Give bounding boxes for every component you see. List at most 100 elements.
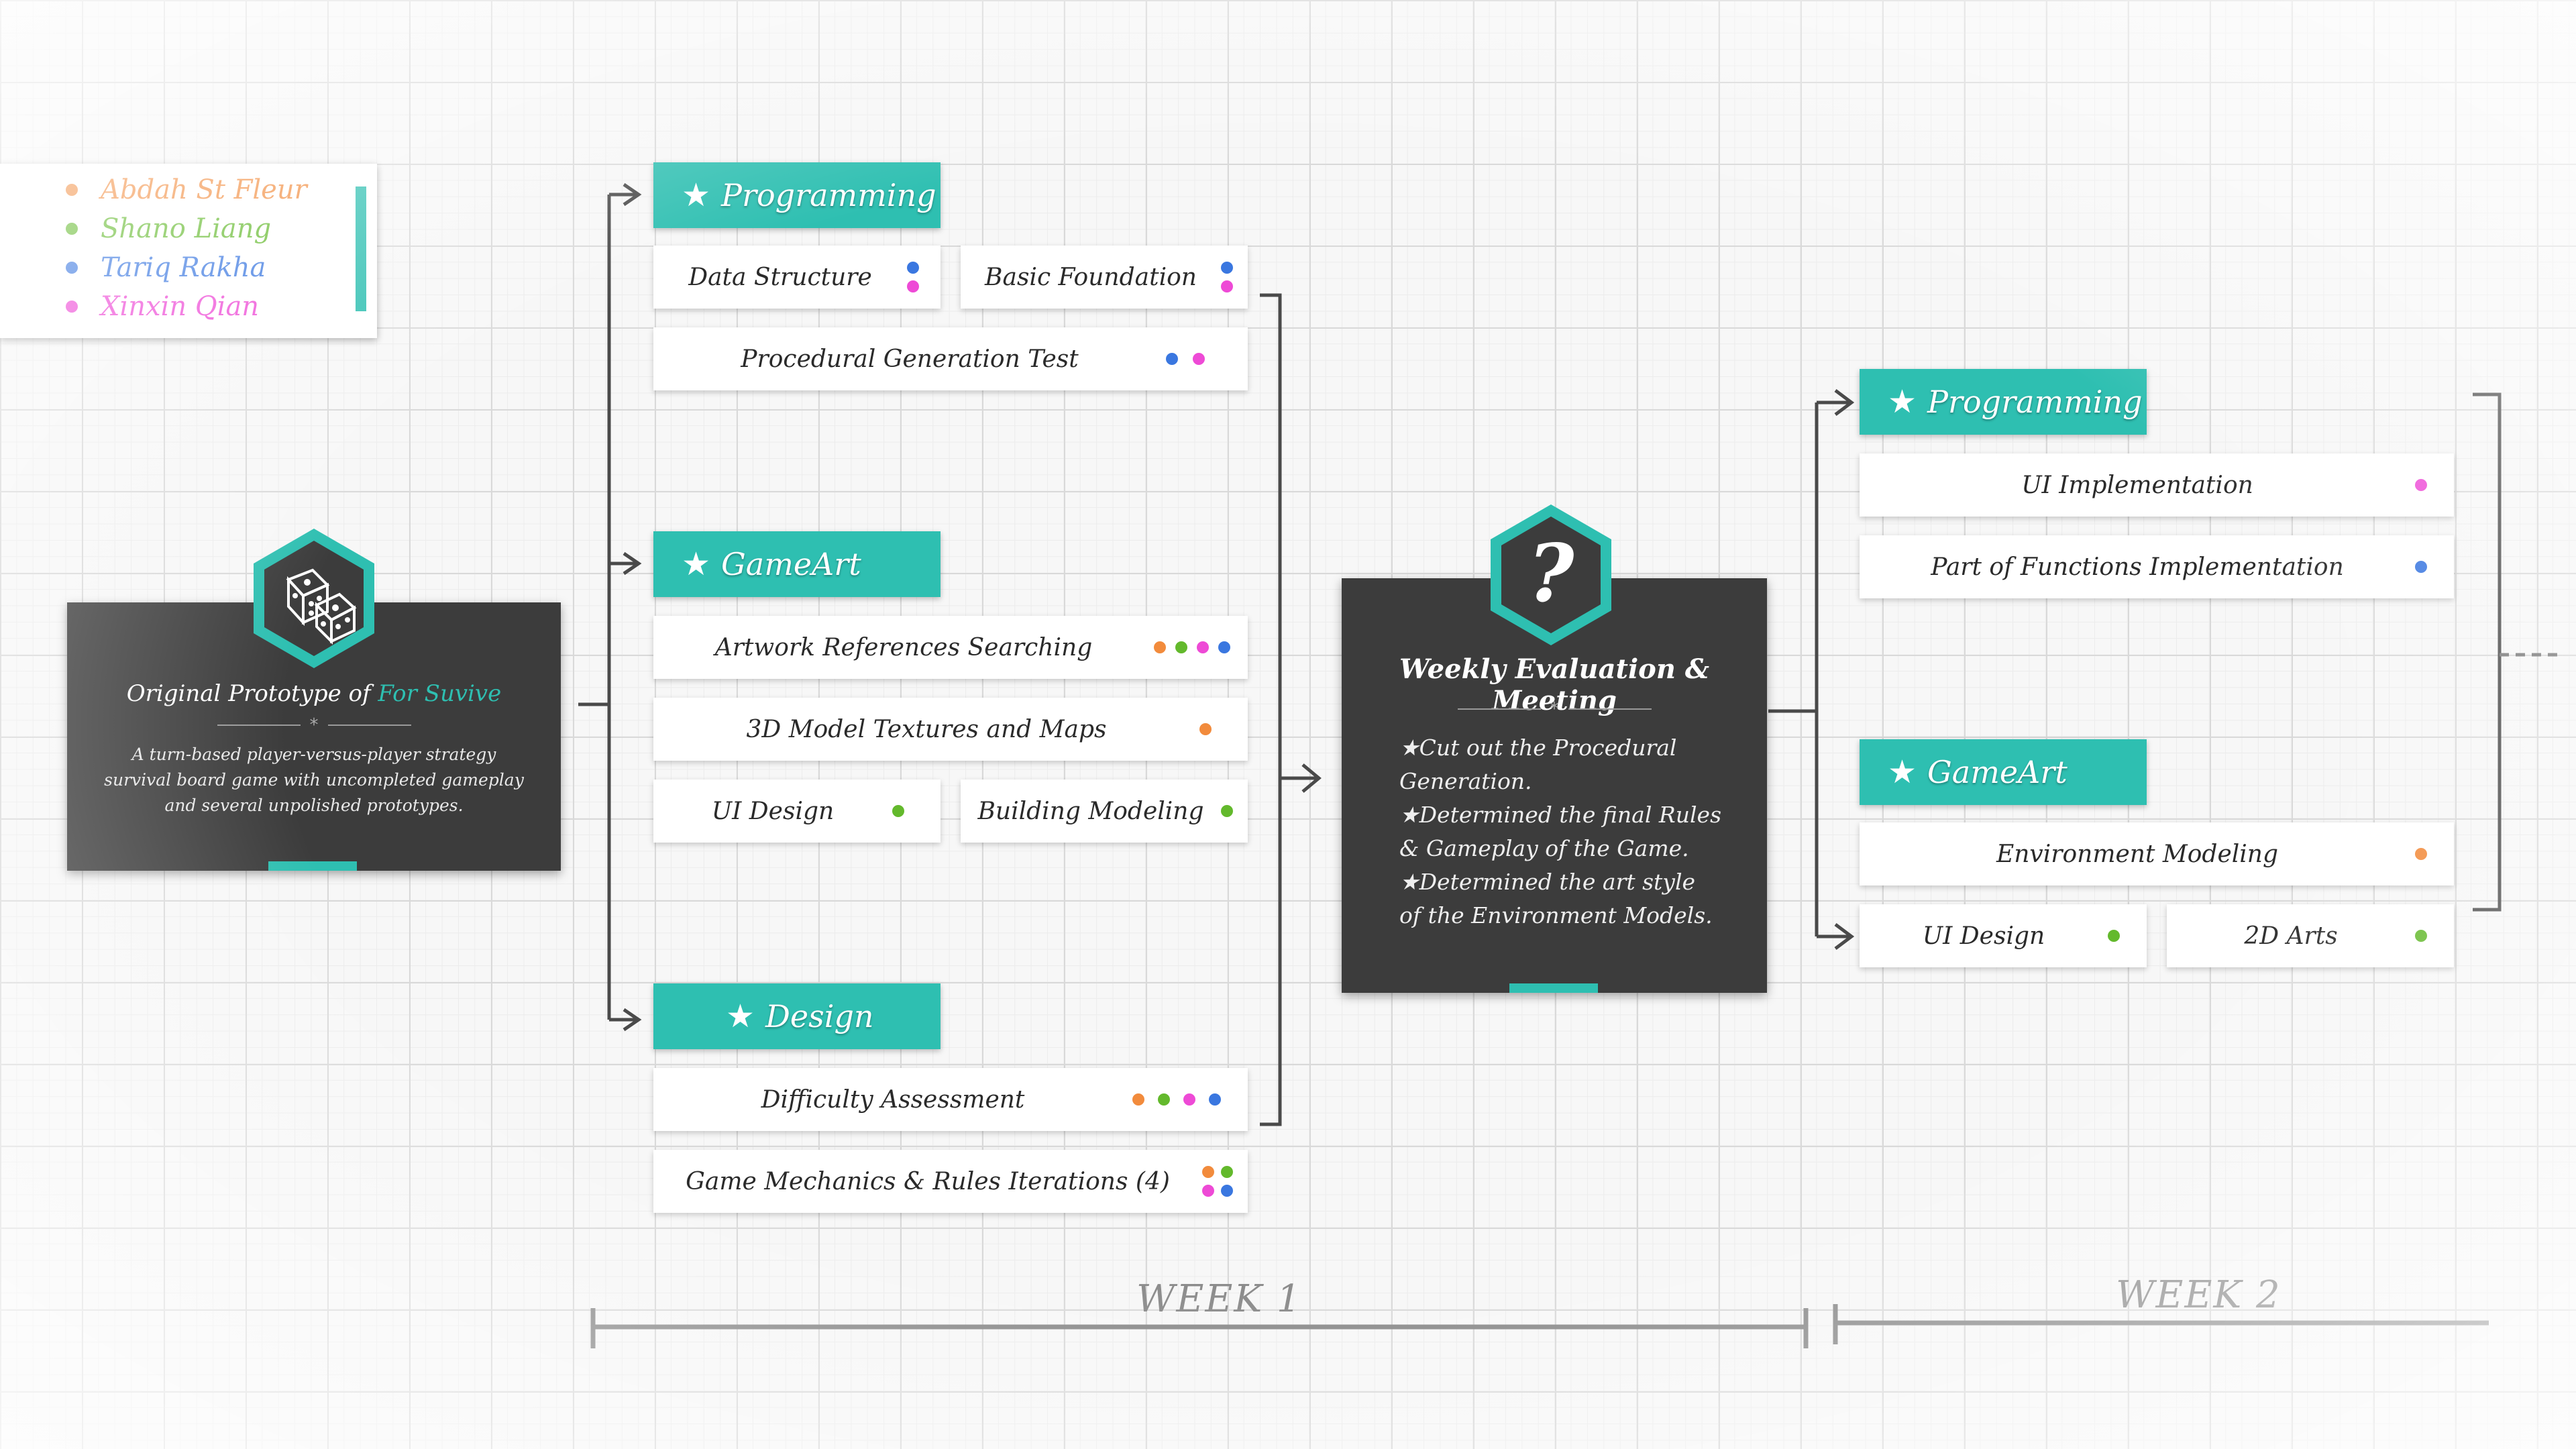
question-mark-icon: ? [1491,504,1611,645]
meeting-notes: ★Cut out the Procedural Generation. ★Det… [1399,731,1721,932]
pink-dot-icon [1183,1093,1195,1106]
blue-dot-icon [1221,262,1233,274]
assignee-dots [892,805,941,817]
task-functions-implementation: Part of Functions Implementation [1860,535,2454,598]
assignee-dots [2415,848,2454,860]
assignee-dots [2415,561,2454,573]
team-legend-panel: Abdah St Fleur Shano Liang Tariq Rakha X… [0,164,377,338]
assignee-dots [1154,641,1248,653]
task-label: 3D Model Textures and Maps [746,715,1107,743]
task-game-mechanics: Game Mechanics & Rules Iterations (4) [653,1150,1248,1213]
meeting-note-line: of the Environment Models. [1399,902,1713,928]
task-procedural-generation-test: Procedural Generation Test [653,327,1248,390]
task-building-modeling: Building Modeling [961,780,1248,843]
task-2d-arts: 2D Arts [2167,904,2454,967]
star-icon: ★ [1888,383,1917,421]
prototype-title-prefix: Original Prototype of [126,680,378,707]
separator-star: * [309,715,319,735]
legend-item-tariq: Tariq Rakha [66,250,266,286]
orange-dot-icon [66,184,78,196]
orange-dot-icon [1132,1093,1144,1106]
svg-text:?: ? [1527,527,1575,620]
star-icon: ★ [682,176,711,214]
green-dot-icon [892,805,904,817]
pink-dot-icon [1202,1185,1214,1197]
category-label: Programming [1927,384,2143,420]
prototype-accent-bar [268,861,357,871]
category-label: GameArt [721,546,861,582]
legend-item-abdah: Abdah St Fleur [66,172,307,208]
meeting-separator: * [1342,699,1767,719]
pink-dot-icon [907,280,919,292]
blue-dot-icon [1218,641,1230,653]
task-basic-foundation: Basic Foundation [961,246,1248,309]
week1-category-design: ★ Design [653,983,941,1049]
task-3d-model-textures: 3D Model Textures and Maps [653,698,1248,761]
legend-accent-bar [356,186,366,311]
assignee-dots [2415,479,2454,491]
task-label: Building Modeling [977,797,1204,825]
pink-dot-icon [1197,641,1209,653]
green-dot-icon [66,223,78,235]
assignee-dots [1221,262,1248,292]
task-label: Procedural Generation Test [741,345,1079,373]
week1-category-gameart: ★ GameArt [653,531,941,597]
orange-dot-icon [1202,1166,1214,1178]
assignee-dots [1132,1093,1248,1106]
assignee-dots [907,262,941,292]
week2-label: WEEK 2 [2116,1273,2282,1317]
star-icon: ★ [1888,753,1917,791]
category-label: Design [765,998,874,1034]
separator-star: * [1550,699,1559,719]
pink-dot-icon [1221,280,1233,292]
category-label: Programming [721,177,936,213]
green-dot-icon [1221,805,1233,817]
week1-label: WEEK 1 [1136,1277,1302,1321]
blue-dot-icon [1221,1185,1233,1197]
task-environment-modeling: Environment Modeling [1860,822,2454,885]
task-difficulty-assessment: Difficulty Assessment [653,1068,1248,1131]
task-label: 2D Arts [2244,922,2338,950]
legend-name: Xinxin Qian [101,291,260,322]
assignee-dots [1199,723,1248,735]
meeting-note-line: ★Determined the art style [1399,869,1696,895]
blue-dot-icon [907,262,919,274]
orange-dot-icon [1154,641,1166,653]
task-label: Difficulty Assessment [761,1085,1025,1114]
legend-item-shano: Shano Liang [66,211,271,247]
legend-name: Abdah St Fleur [101,174,307,205]
task-label: Basic Foundation [985,263,1197,291]
pink-dot-icon [1193,353,1205,365]
blue-dot-icon [1209,1093,1221,1106]
prototype-separator: * [67,715,561,735]
assignee-dots [2415,930,2454,942]
green-dot-icon [2108,930,2120,942]
meeting-note-line: Generation. [1399,768,1532,794]
task-label: Game Mechanics & Rules Iterations (4) [686,1167,1170,1195]
legend-name: Tariq Rakha [101,252,266,283]
prototype-title-highlight: For Suvive [378,680,502,707]
category-label: GameArt [1927,754,2068,790]
assignee-dots [1202,1166,1248,1197]
meeting-accent-bar [1509,983,1598,993]
blue-dot-icon [66,262,78,274]
legend-name: Shano Liang [101,213,272,244]
meeting-note-line: & Gameplay of the Game. [1399,835,1689,861]
task-label: UI Implementation [2021,471,2253,499]
week2-category-gameart: ★ GameArt [1860,739,2147,805]
dice-icon [254,529,374,668]
prototype-title: Original Prototype of For Suvive [67,680,561,707]
assignee-dots [1166,353,1248,365]
week1-category-programming: ★ Programming [653,162,941,228]
assignee-dots [2108,930,2147,942]
orange-dot-icon [2415,848,2427,860]
task-label: UI Design [1922,922,2045,950]
task-label: Part of Functions Implementation [1931,553,2344,581]
task-ui-design: UI Design [653,780,941,843]
task-label: Environment Modeling [1996,840,2279,868]
task-label: UI Design [711,797,835,825]
task-label: Artwork References Searching [714,633,1093,661]
blue-dot-icon [1166,353,1178,365]
green-dot-icon [1158,1093,1170,1106]
orange-dot-icon [1199,723,1212,735]
